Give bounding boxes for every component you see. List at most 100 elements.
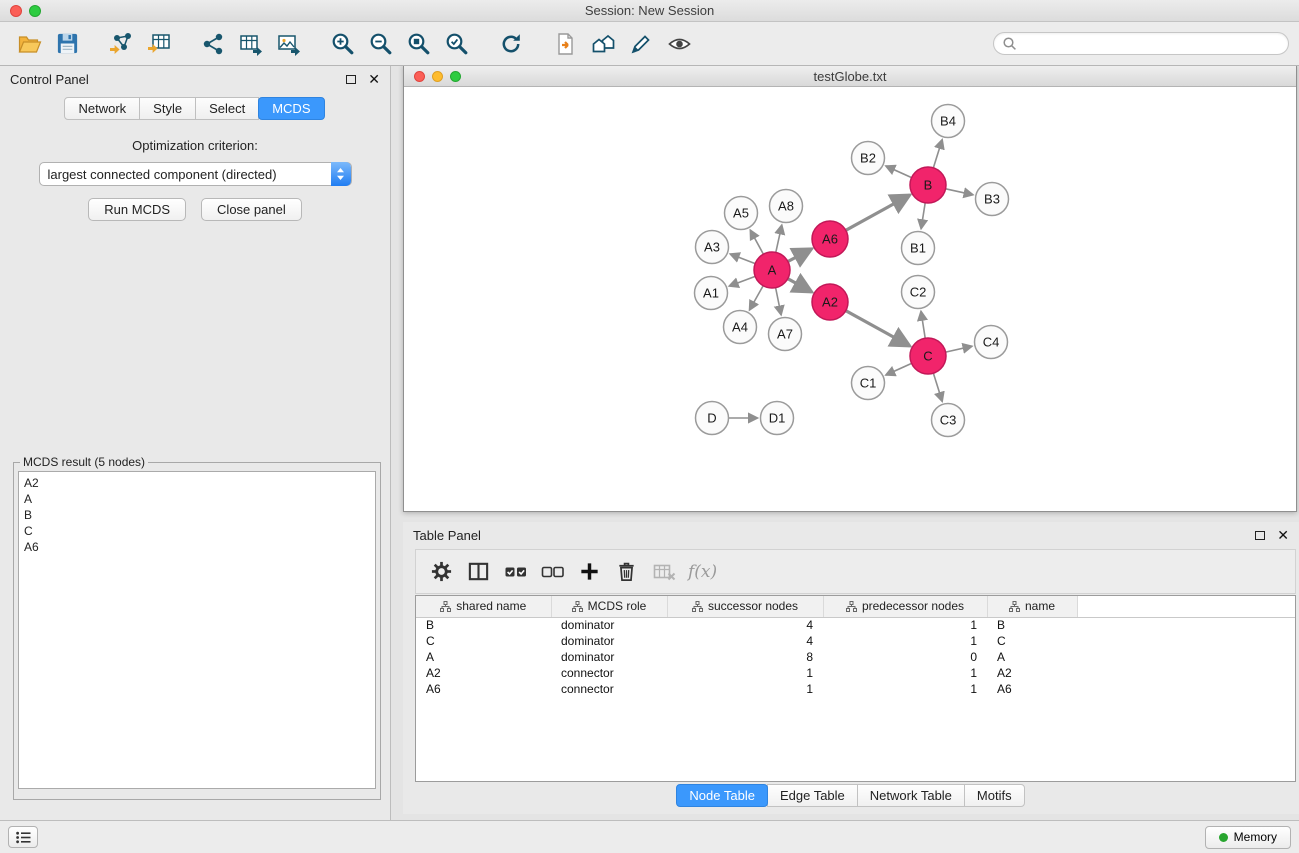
- import-table-button[interactable]: [140, 26, 178, 62]
- tab-select[interactable]: Select: [195, 97, 259, 120]
- mcds-result-list[interactable]: A2ABCA6: [18, 471, 376, 789]
- zoom-in-button[interactable]: [324, 26, 362, 62]
- node-A[interactable]: A: [754, 252, 790, 288]
- memory-button[interactable]: Memory: [1205, 826, 1291, 849]
- result-item[interactable]: A: [24, 491, 370, 507]
- export-network-button[interactable]: [194, 26, 232, 62]
- table-tab-node-table[interactable]: Node Table: [676, 784, 768, 807]
- export-image-button[interactable]: [270, 26, 308, 62]
- result-item[interactable]: C: [24, 523, 370, 539]
- network-close-button[interactable]: [414, 71, 425, 82]
- node-B[interactable]: B: [910, 167, 946, 203]
- node-C2[interactable]: C2: [902, 276, 935, 309]
- node-B2[interactable]: B2: [852, 142, 885, 175]
- table-row[interactable]: A2connector11A2: [416, 665, 1295, 681]
- node-C1[interactable]: C1: [852, 367, 885, 400]
- zoom-selected-button[interactable]: [438, 26, 476, 62]
- node-C[interactable]: C: [910, 338, 946, 374]
- column-header[interactable]: name: [987, 596, 1077, 617]
- edge-C-C3[interactable]: [933, 373, 942, 401]
- result-item[interactable]: A6: [24, 539, 370, 555]
- cycle-views-button[interactable]: [546, 26, 584, 62]
- node-A5[interactable]: A5: [725, 197, 758, 230]
- float-table-panel-icon[interactable]: [1255, 531, 1265, 540]
- close-window-button[interactable]: [10, 5, 22, 17]
- select-all-button[interactable]: [499, 555, 532, 588]
- show-panels-button[interactable]: [8, 826, 38, 848]
- edge-B-B3[interactable]: [946, 189, 973, 195]
- table-tab-edge-table[interactable]: Edge Table: [767, 784, 858, 807]
- column-header[interactable]: predecessor nodes: [823, 596, 987, 617]
- node-A1[interactable]: A1: [695, 277, 728, 310]
- edge-A-A4[interactable]: [750, 286, 764, 310]
- table-row[interactable]: Cdominator41C: [416, 633, 1295, 649]
- network-minimize-button[interactable]: [432, 71, 443, 82]
- edge-C-C4[interactable]: [946, 346, 972, 352]
- tab-style[interactable]: Style: [139, 97, 196, 120]
- edge-B-B1[interactable]: [921, 203, 925, 229]
- edge-C-C1[interactable]: [886, 363, 912, 375]
- edge-A-A3[interactable]: [730, 254, 755, 264]
- node-A6[interactable]: A6: [812, 221, 848, 257]
- edge-C-C2[interactable]: [921, 311, 925, 338]
- node-D1[interactable]: D1: [761, 402, 794, 435]
- open-file-button[interactable]: [10, 26, 48, 62]
- node-A4[interactable]: A4: [724, 311, 757, 344]
- table-tab-network-table[interactable]: Network Table: [857, 784, 965, 807]
- annotation-button[interactable]: [622, 26, 660, 62]
- column-header[interactable]: MCDS role: [551, 596, 667, 617]
- node-A7[interactable]: A7: [769, 318, 802, 351]
- column-header[interactable]: shared name: [416, 596, 551, 617]
- edge-A-A1[interactable]: [729, 276, 755, 286]
- apply-layout-button[interactable]: [492, 26, 530, 62]
- node-D[interactable]: D: [696, 402, 729, 435]
- search-input[interactable]: [1017, 37, 1280, 51]
- edge-A-A6[interactable]: [788, 249, 812, 262]
- result-item[interactable]: A2: [24, 475, 370, 491]
- tab-network[interactable]: Network: [64, 97, 140, 120]
- table-row[interactable]: A6connector11A6: [416, 681, 1295, 697]
- node-C3[interactable]: C3: [932, 404, 965, 437]
- import-network-button[interactable]: [102, 26, 140, 62]
- show-columns-button[interactable]: [462, 555, 495, 588]
- table-tab-motifs[interactable]: Motifs: [964, 784, 1025, 807]
- save-session-button[interactable]: [48, 26, 86, 62]
- edge-B-B4[interactable]: [933, 140, 942, 168]
- edge-A-A5[interactable]: [750, 230, 763, 254]
- node-B3[interactable]: B3: [976, 183, 1009, 216]
- delete-column-button[interactable]: [610, 555, 643, 588]
- export-table-button[interactable]: [232, 26, 270, 62]
- edge-A-A7[interactable]: [776, 288, 782, 315]
- edge-A-A2[interactable]: [788, 279, 812, 292]
- show-hide-button[interactable]: [660, 26, 698, 62]
- run-mcds-button[interactable]: Run MCDS: [88, 198, 186, 221]
- node-B4[interactable]: B4: [932, 105, 965, 138]
- network-canvas[interactable]: B4B2BB3A5A8A6A3B1AA1C2A2A4A7CC4C1C3DD1: [404, 87, 1296, 511]
- node-C4[interactable]: C4: [975, 326, 1008, 359]
- zoom-fit-button[interactable]: [400, 26, 438, 62]
- edge-A2-C[interactable]: [846, 311, 910, 346]
- deselect-all-button[interactable]: [536, 555, 569, 588]
- search-field[interactable]: [993, 32, 1289, 55]
- result-item[interactable]: B: [24, 507, 370, 523]
- close-table-panel-icon[interactable]: ✕: [1277, 528, 1289, 542]
- zoom-out-button[interactable]: [362, 26, 400, 62]
- node-A3[interactable]: A3: [696, 231, 729, 264]
- close-panel-icon[interactable]: ✕: [368, 72, 380, 86]
- table-row[interactable]: Bdominator41B: [416, 617, 1295, 633]
- zoom-window-button[interactable]: [29, 5, 41, 17]
- node-B1[interactable]: B1: [902, 232, 935, 265]
- close-panel-button[interactable]: Close panel: [201, 198, 302, 221]
- optimization-criterion-select[interactable]: largest connected component (directed): [39, 162, 352, 186]
- edge-A-A8[interactable]: [776, 225, 782, 252]
- edge-A6-B[interactable]: [846, 195, 910, 230]
- table-settings-button[interactable]: [425, 555, 458, 588]
- float-panel-icon[interactable]: [346, 75, 356, 84]
- edge-B-B2[interactable]: [886, 166, 912, 178]
- column-header[interactable]: successor nodes: [667, 596, 823, 617]
- node-A2[interactable]: A2: [812, 284, 848, 320]
- network-zoom-button[interactable]: [450, 71, 461, 82]
- tab-mcds[interactable]: MCDS: [258, 97, 324, 120]
- add-column-button[interactable]: [573, 555, 606, 588]
- home-views-button[interactable]: [584, 26, 622, 62]
